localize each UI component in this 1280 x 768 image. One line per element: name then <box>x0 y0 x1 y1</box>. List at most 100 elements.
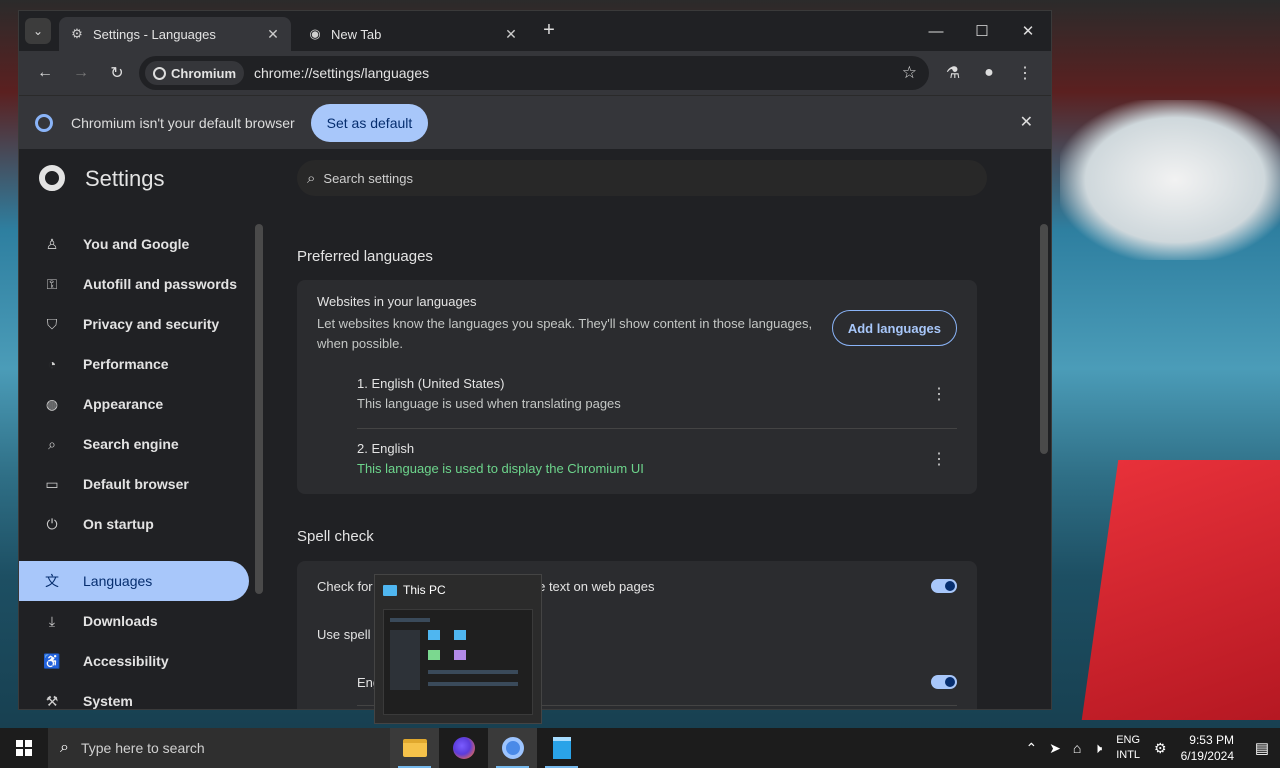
tab-settings-languages[interactable]: ⚙ Settings - Languages ✕ <box>59 17 291 51</box>
labs-flask-icon[interactable]: ⚗ <box>935 55 971 91</box>
clock-date: 6/19/2024 <box>1180 749 1234 763</box>
taskbar-chromium[interactable] <box>488 728 537 768</box>
volume-muted-icon[interactable]: 🕨 <box>1093 740 1102 757</box>
sidebar-item-label: Default browser <box>83 476 189 492</box>
preview-title-text: This PC <box>403 583 446 597</box>
settings-search-input[interactable]: ⌕ Search settings <box>297 160 987 196</box>
preview-window-thumbnail <box>383 609 533 715</box>
sidebar-item-on-startup[interactable]: ⏻ On startup <box>19 504 249 544</box>
sidebar-item-label: You and Google <box>83 236 190 252</box>
spell-language-toggle[interactable] <box>931 675 957 689</box>
close-tab-icon[interactable]: ✕ <box>503 26 519 43</box>
add-languages-button[interactable]: Add languages <box>831 310 957 346</box>
chromium-icon <box>501 737 524 759</box>
shield-icon: ⛉ <box>46 315 58 332</box>
sidebar-item-search-engine[interactable]: ⌕ Search engine <box>19 424 249 464</box>
language-more-icon[interactable]: ⋮ <box>931 449 947 469</box>
sidebar-item-accessibility[interactable]: ♿ Accessibility <box>19 641 249 681</box>
folder-icon <box>402 739 427 757</box>
sidebar-item-label: Privacy and security <box>83 316 220 332</box>
taskbar-search-placeholder: Type here to search <box>80 740 205 756</box>
taskbar-thumbnail-preview[interactable]: This PC <box>374 574 542 724</box>
sidebar-scrollbar[interactable] <box>253 206 265 709</box>
back-icon[interactable]: ← <box>27 55 63 91</box>
default-browser-infobar: Chromium isn't your default browser Set … <box>19 95 1051 149</box>
set-as-default-button[interactable]: Set as default <box>310 103 429 142</box>
language-more-icon[interactable]: ⋮ <box>931 384 947 404</box>
new-tab-button[interactable]: + <box>539 19 559 43</box>
language-name: 2. English <box>357 441 415 456</box>
download-icon: ⤓ <box>48 612 56 629</box>
sidebar-item-appearance[interactable]: ◍ Appearance <box>19 384 249 424</box>
gear-icon[interactable]: ⚙ <box>1154 740 1167 757</box>
search-icon: ⌕ <box>307 169 316 187</box>
clock[interactable]: 9:53 PM 6/19/2024 <box>1181 732 1234 764</box>
taskbar-notepad[interactable] <box>537 728 586 768</box>
address-bar[interactable]: Chromium chrome://settings/languages ☆ <box>139 56 929 90</box>
wallpaper-plane-wing <box>1081 460 1280 720</box>
windows-taskbar: ⌕ Type here to search ⌃ ➤ ⌂ 🕨 ENG INTL ⚙… <box>0 728 1280 768</box>
location-icon[interactable]: ➤ <box>1049 740 1061 757</box>
toggle-knob <box>945 677 955 687</box>
profile-icon[interactable]: ● <box>971 55 1007 91</box>
maximize-icon[interactable]: ☐ <box>959 11 1005 51</box>
translate-icon: 文 <box>45 573 59 589</box>
network-icon[interactable]: ⌂ <box>1073 740 1081 756</box>
close-tab-icon[interactable]: ✕ <box>265 26 281 43</box>
sidebar-item-system[interactable]: ⚒ System <box>19 681 249 710</box>
search-icon: ⌕ <box>60 739 69 756</box>
language-status: This language is used when translating p… <box>357 396 621 411</box>
sidebar-item-privacy[interactable]: ⛉ Privacy and security <box>19 304 249 344</box>
close-window-icon[interactable]: ✕ <box>1005 11 1051 51</box>
lang-line1: ENG <box>1116 734 1141 746</box>
taskbar-firefox[interactable] <box>439 728 488 768</box>
taskbar-search-box[interactable]: ⌕ Type here to search <box>48 728 390 768</box>
toggle-knob <box>945 581 955 591</box>
language-row: 2. English This language is used to disp… <box>357 431 957 495</box>
taskbar-file-explorer[interactable] <box>390 728 439 768</box>
start-button[interactable] <box>0 728 48 768</box>
site-info-chip[interactable]: Chromium <box>145 61 244 85</box>
spell-check-toggle[interactable] <box>931 579 957 593</box>
infobar-message: Chromium isn't your default browser <box>71 114 295 131</box>
page-title: Settings <box>85 166 165 191</box>
sidebar-item-label: On startup <box>83 516 154 532</box>
language-row: 1. English (United States) This language… <box>357 366 957 430</box>
divider <box>357 428 957 429</box>
power-icon: ⏻ <box>46 515 58 532</box>
speedometer-icon: ◔ <box>47 356 57 372</box>
close-infobar-icon[interactable]: ✕ <box>1020 112 1033 132</box>
settings-sidebar: ♙ You and Google ⚿ Autofill and passwords … <box>19 206 251 709</box>
minimize-icon[interactable]: — <box>913 11 959 51</box>
scrollbar-thumb[interactable] <box>1040 224 1048 454</box>
section-title-preferred-languages: Preferred languages <box>297 248 433 265</box>
chromium-icon: ◉ <box>309 26 321 41</box>
notification-icon[interactable]: ▤ <box>1244 728 1280 768</box>
system-tray: ⌃ ➤ ⌂ 🕨 ENG INTL ⚙ 9:53 PM 6/19/2024 ▤ <box>1019 728 1280 768</box>
sidebar-item-downloads[interactable]: ⤓ Downloads <box>19 601 249 641</box>
reload-icon[interactable]: ↻ <box>99 55 135 91</box>
scrollbar-thumb[interactable] <box>255 224 263 594</box>
input-language-indicator[interactable]: ENG INTL <box>1116 733 1140 763</box>
content-scrollbar[interactable] <box>1037 206 1051 709</box>
firefox-icon <box>452 737 475 759</box>
chromium-logo-icon <box>153 66 166 80</box>
palette-icon: ◍ <box>45 395 59 412</box>
sidebar-item-label: Search engine <box>83 436 179 452</box>
settings-header: Settings ⌕ Search settings <box>19 150 1051 206</box>
section-title-spell-check: Spell check <box>297 528 374 545</box>
person-icon: ♙ <box>45 235 59 252</box>
tab-new-tab[interactable]: ◉ New Tab ✕ <box>297 17 529 51</box>
forward-icon[interactable]: → <box>63 55 99 91</box>
sidebar-item-autofill[interactable]: ⚿ Autofill and passwords <box>19 264 249 304</box>
menu-kebab-icon[interactable]: ⋮ <box>1007 55 1043 91</box>
sidebar-item-label: Autofill and passwords <box>83 276 238 292</box>
sidebar-item-you-and-google[interactable]: ♙ You and Google <box>19 224 249 264</box>
tab-search-button[interactable]: ⌄ <box>25 18 51 44</box>
chevron-up-icon[interactable]: ⌃ <box>1025 740 1037 757</box>
sidebar-item-languages[interactable]: 文 Languages <box>19 561 249 601</box>
sidebar-item-performance[interactable]: ◔ Performance <box>19 344 249 384</box>
bookmark-star-icon[interactable]: ☆ <box>902 63 917 83</box>
preferred-languages-card: Websites in your languages Let websites … <box>297 280 977 494</box>
sidebar-item-default-browser[interactable]: ▭ Default browser <box>19 464 249 504</box>
